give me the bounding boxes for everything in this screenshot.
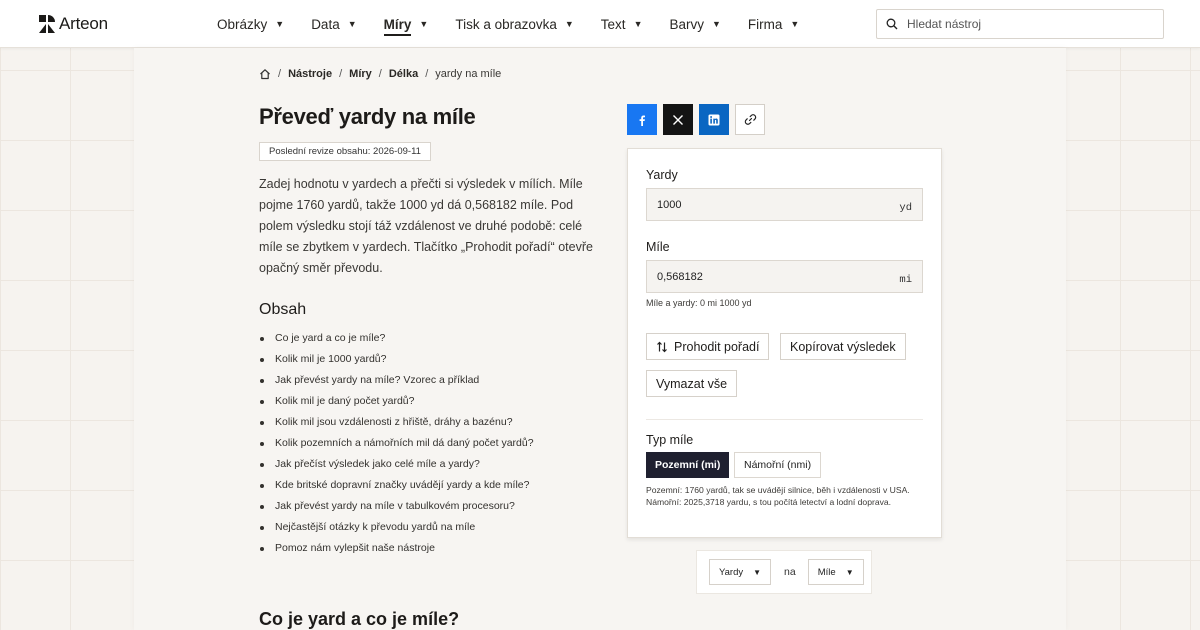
share-linkedin-button[interactable] <box>699 104 729 135</box>
caret-down-icon: ▼ <box>790 19 800 29</box>
caret-down-icon: ▼ <box>564 19 574 29</box>
search-box <box>876 9 1164 39</box>
table-of-contents: Co je yard a co je míle? Kolik mil je 10… <box>259 328 534 559</box>
search-input[interactable] <box>907 17 1147 31</box>
input-label: Yardy <box>646 168 678 182</box>
toc-heading: Obsah <box>259 301 307 318</box>
swap-vertical-icon <box>657 341 667 352</box>
page-title: Převeď yardy na míle <box>259 104 476 129</box>
link-icon <box>744 114 756 125</box>
x-icon <box>673 114 683 125</box>
revision-badge: Poslední revize obsahu: 2026-09-11 <box>259 142 431 161</box>
toc-link[interactable]: Nejčastější otázky k převodu yardů na mí… <box>259 517 534 538</box>
copy-result-button[interactable]: Kopírovat výsledek <box>780 333 906 360</box>
breadcrumb-link-nastroje[interactable]: Nástroje <box>288 68 332 80</box>
toc-link[interactable]: Kolik mil je daný počet yardů? <box>259 391 534 412</box>
clear-all-button[interactable]: Vymazat vše <box>646 370 738 397</box>
from-unit-select[interactable]: Yardy ▼ <box>709 559 772 585</box>
linkedin-icon <box>708 114 720 125</box>
brand-name: Arteon <box>59 14 108 33</box>
breadcrumb-link-delka[interactable]: Délka <box>389 68 418 80</box>
breadcrumb-separator: / <box>425 68 429 80</box>
nav-item-tisk-a-obrazovka[interactable]: Tisk a obrazovka ▼ <box>455 17 573 32</box>
caret-down-icon: ▼ <box>419 19 429 29</box>
nav-item-label: Barvy <box>669 16 704 32</box>
breadcrumb-separator: / <box>378 68 382 80</box>
nav-item-label: Data <box>311 16 340 32</box>
main-nav: Obrázky ▼ Data ▼ Míry ▼ Tisk a obrazovka ▼ T… <box>217 0 826 48</box>
brand-logo[interactable]: Arteon <box>39 14 108 34</box>
nav-item-label: Firma <box>747 16 783 32</box>
nav-item-data[interactable]: Data ▼ <box>311 17 356 32</box>
mile-type-nautical-option[interactable]: Námořní (nmi) <box>734 452 822 478</box>
mile-type-label: Typ míle <box>646 433 694 447</box>
toc-link[interactable]: Jak přečíst výsledek jako celé míle a ya… <box>259 454 534 475</box>
nav-item-text[interactable]: Text ▼ <box>601 17 643 32</box>
swap-button-label: Prohodit pořadí <box>674 339 760 354</box>
caret-down-icon: ▼ <box>633 19 643 29</box>
breadcrumb-separator: / <box>339 68 343 80</box>
swap-button[interactable]: Prohodit pořadí <box>646 333 770 360</box>
breadcrumb-separator: / <box>278 68 282 80</box>
miles-output[interactable]: 0,568182 mi <box>646 260 923 293</box>
divider <box>646 419 923 420</box>
yards-input-value: 1000 <box>657 198 682 211</box>
section-heading: Co je yard a co je míle? <box>259 609 460 629</box>
toc-link[interactable]: Kolik mil je 1000 yardů? <box>259 349 534 370</box>
copy-result-label: Kopírovat výsledek <box>790 339 896 354</box>
to-unit-value: Míle <box>817 566 836 578</box>
breadcrumb-link-miry[interactable]: Míry <box>349 68 372 80</box>
nav-item-barvy[interactable]: Barvy ▼ <box>669 17 720 32</box>
caret-down-icon: ▼ <box>712 19 721 29</box>
from-unit-value: Yardy <box>719 566 744 578</box>
home-icon[interactable] <box>259 68 271 80</box>
miles-output-value: 0,568182 <box>657 270 703 283</box>
toc-link[interactable]: Co je yard a co je míle? <box>259 328 534 349</box>
caret-down-icon: ▼ <box>275 19 285 29</box>
unit-joiner: na <box>784 566 796 578</box>
nav-item-label: Míry <box>383 17 412 36</box>
caret-down-icon: ▼ <box>753 567 762 577</box>
unit-switcher: Yardy ▼ na Míle ▼ <box>696 550 872 594</box>
share-facebook-button[interactable] <box>627 104 657 135</box>
caret-down-icon: ▼ <box>347 19 357 29</box>
share-x-button[interactable] <box>663 104 693 135</box>
to-unit-select[interactable]: Míle ▼ <box>807 559 864 585</box>
intro-text: Zadej hodnotu v yardech a přečti si výsl… <box>259 177 593 275</box>
mile-type-statute-option[interactable]: Pozemní (mi) <box>646 452 730 478</box>
yards-unit: yd <box>899 201 912 214</box>
clear-all-label: Vymazat vše <box>656 376 728 391</box>
toc-link[interactable]: Kolik pozemních a námořních mil dá daný … <box>259 433 534 454</box>
yards-input[interactable]: 1000 yd <box>646 188 923 221</box>
output-label: Míle <box>646 240 670 254</box>
search-icon <box>886 18 898 30</box>
share-buttons <box>627 104 771 135</box>
toc-link[interactable]: Pomoz nám vylepšit naše nástroje <box>259 538 534 559</box>
toc-link[interactable]: Jak převést yardy na míle v tabulkovém p… <box>259 496 534 517</box>
breadcrumb-current: yardy na míle <box>435 68 502 80</box>
toc-link[interactable]: Kde britské dopravní značky uvádějí yard… <box>259 475 534 496</box>
toc-link[interactable]: Jak převést yardy na míle? Vzorec a přík… <box>259 370 534 391</box>
nav-item-obrazky[interactable]: Obrázky ▼ <box>217 17 284 32</box>
breadcrumb: / Nástroje / Míry / Délka / yardy na míl… <box>259 68 501 80</box>
nav-item-label: Tisk a obrazovka <box>455 16 557 32</box>
top-navigation-bar: Arteon Obrázky ▼ Data ▼ Míry ▼ Tisk a obraz… <box>0 0 1200 48</box>
mixed-result-note: Míle a yardy: 0 mi 1000 yd <box>646 298 752 308</box>
nav-item-label: Text <box>600 16 626 32</box>
converter-panel: Yardy 1000 yd Míle 0,568182 mi Míle a ya… <box>627 148 942 538</box>
nav-item-miry[interactable]: Míry ▼ <box>383 13 429 36</box>
mile-type-note: Pozemní: 1760 yardů, tak se uvádějí siln… <box>646 485 910 507</box>
caret-down-icon: ▼ <box>845 567 854 577</box>
facebook-icon <box>639 115 645 126</box>
nav-item-firma[interactable]: Firma ▼ <box>748 17 799 32</box>
main-content: / Nástroje / Míry / Délka / yardy na míl… <box>134 48 1066 630</box>
copy-link-button[interactable] <box>735 104 765 135</box>
logo-mark-icon <box>39 15 55 33</box>
nav-item-label: Obrázky <box>217 16 268 32</box>
miles-unit: mi <box>899 273 912 286</box>
toc-link[interactable]: Kolik mil jsou vzdálenosti z hřiště, drá… <box>259 412 534 433</box>
